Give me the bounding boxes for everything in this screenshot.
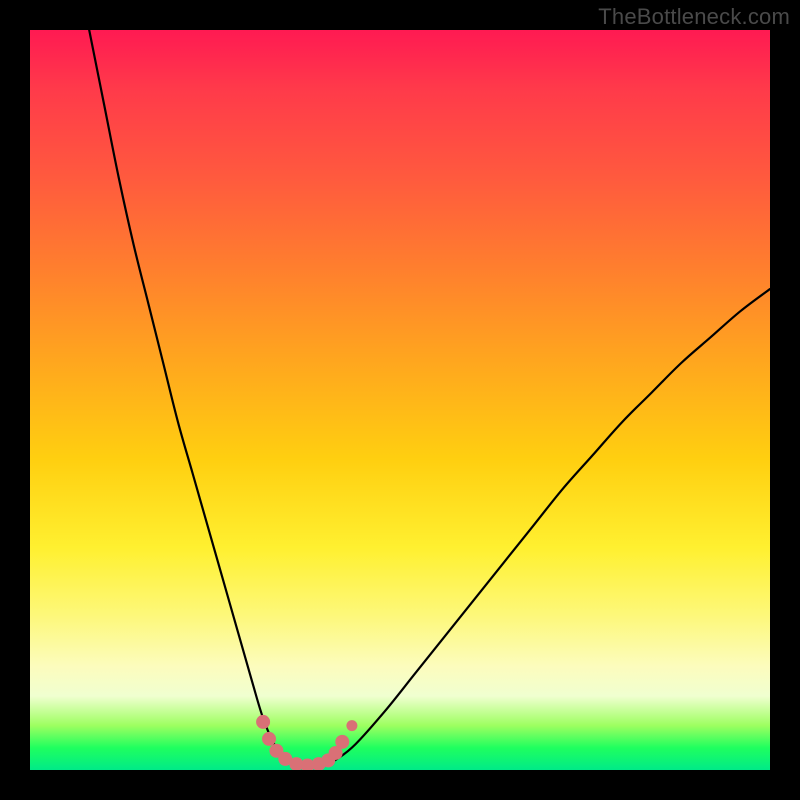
- trough-marker: [346, 720, 357, 731]
- trough-marker: [262, 732, 276, 746]
- watermark-text: TheBottleneck.com: [598, 4, 790, 30]
- plot-area: [30, 30, 770, 770]
- trough-markers: [256, 715, 357, 770]
- bottleneck-curve: [89, 30, 770, 766]
- chart-frame: TheBottleneck.com: [0, 0, 800, 800]
- trough-marker: [256, 715, 270, 729]
- trough-marker: [335, 735, 349, 749]
- plot-svg: [30, 30, 770, 770]
